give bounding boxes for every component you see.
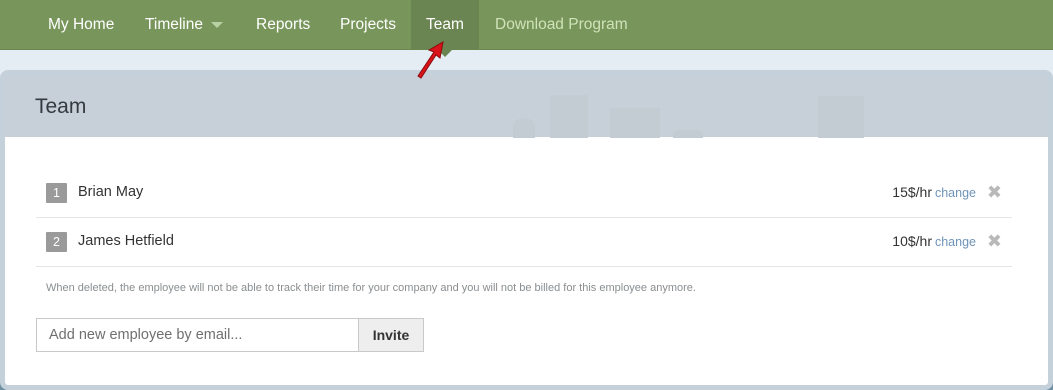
background-building [818,96,864,138]
delete-note: When deleted, the employee will not be a… [46,282,696,294]
invite-email-input[interactable] [36,318,359,352]
nav-projects-label: Projects [340,16,396,33]
employee-number: 2 [46,232,67,252]
employee-name: James Hetfield [78,233,174,249]
nav-projects[interactable]: Projects [325,0,411,49]
nav-timeline[interactable]: Timeline [130,0,238,49]
close-x-icon[interactable]: ✖ [987,231,1002,252]
nav-timeline-label: Timeline [145,16,203,33]
nav-reports-label: Reports [256,16,311,33]
employee-row: 1 Brian May 15$/hr change ✖ [36,169,1012,218]
employee-name: Brian May [78,184,144,200]
employee-rate: 10$/hr [892,233,932,249]
nav-team-label: Team [426,16,464,33]
background-building [550,95,588,138]
red-arrow-icon [417,41,444,79]
nav-reports[interactable]: Reports [241,0,325,49]
page-title: Team [35,95,87,118]
change-rate-link[interactable]: change [935,235,976,249]
background-building [610,108,660,138]
background-building [513,118,535,138]
top-navigation: My Home Timeline Reports Projects Team D… [0,0,1053,50]
employee-rate: 15$/hr [892,184,932,200]
close-x-icon[interactable]: ✖ [987,182,1002,203]
nav-my-home-label: My Home [48,16,115,33]
change-rate-link[interactable]: change [935,186,976,200]
invite-button[interactable]: Invite [358,318,424,352]
employee-number: 1 [46,183,67,203]
background-building [673,130,703,138]
nav-my-home[interactable]: My Home [33,0,129,49]
nav-download-program-label: Download Program [495,16,628,33]
chevron-down-icon [211,21,223,28]
employee-row: 2 James Hetfield 10$/hr change ✖ [36,218,1012,267]
nav-download-program[interactable]: Download Program [480,0,643,49]
